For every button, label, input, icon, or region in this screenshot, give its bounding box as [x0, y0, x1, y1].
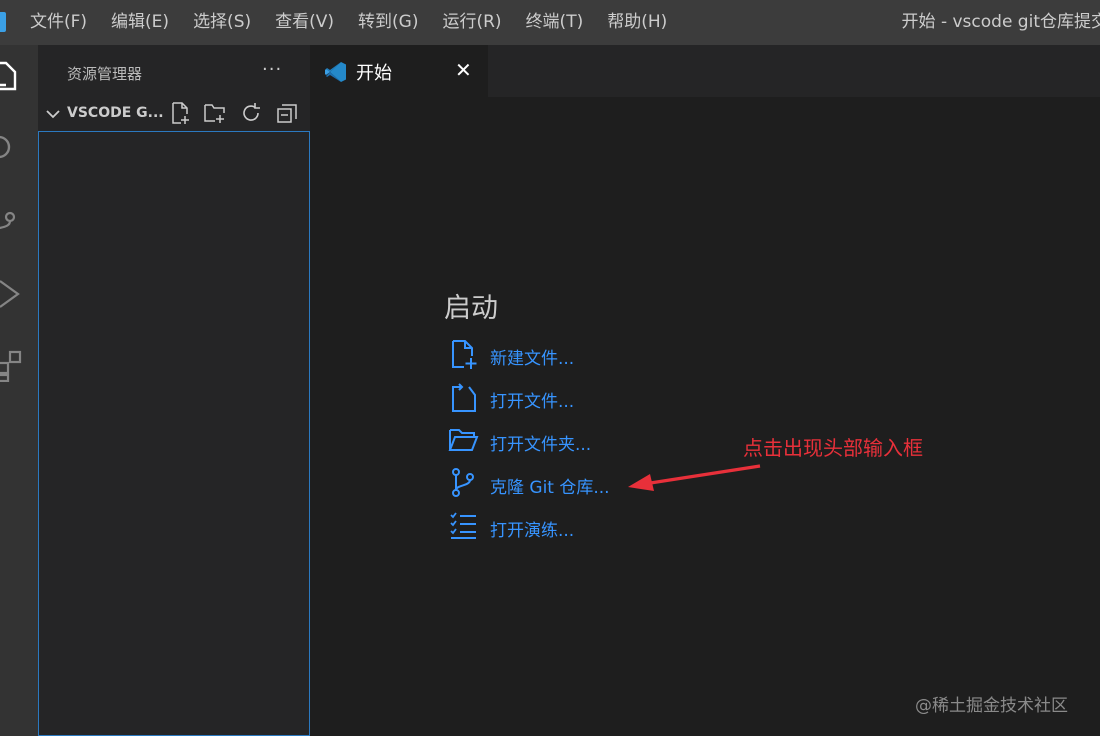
title-bar: 文件(F) 编辑(E) 选择(S) 查看(V) 转到(G) 运行(R) 终端(T…	[0, 0, 1100, 45]
menu-run[interactable]: 运行(R)	[430, 0, 513, 45]
open-walkthrough-label: 打开演练...	[490, 521, 575, 541]
menu-help[interactable]: 帮助(H)	[595, 0, 679, 45]
run-debug-icon[interactable]	[0, 277, 22, 311]
new-file-icon[interactable]	[168, 101, 192, 125]
tab-close-icon[interactable]: ✕	[455, 58, 472, 82]
new-folder-icon[interactable]	[203, 101, 227, 125]
vscode-logo-icon	[0, 12, 6, 32]
file-tree[interactable]	[38, 131, 310, 736]
annotation-text: 点击出现头部输入框	[743, 436, 923, 460]
editor-tab-bar: 开始 ✕	[310, 45, 1100, 97]
menu-go[interactable]: 转到(G)	[346, 0, 430, 45]
extensions-icon[interactable]	[0, 348, 22, 383]
menu-edit[interactable]: 编辑(E)	[99, 0, 181, 45]
menu-selection[interactable]: 选择(S)	[181, 0, 263, 45]
checklist-icon	[447, 510, 479, 542]
chevron-down-icon	[46, 110, 60, 119]
git-branch-icon	[447, 467, 479, 499]
tab-start[interactable]: 开始 ✕	[310, 45, 488, 97]
new-file-icon	[447, 338, 479, 370]
window-title: 开始 - vscode git仓库提交	[901, 12, 1100, 32]
open-folder-icon	[447, 424, 479, 456]
refresh-icon[interactable]	[239, 101, 263, 125]
menu-file[interactable]: 文件(F)	[18, 0, 99, 45]
collapse-all-icon[interactable]	[275, 101, 299, 125]
workspace-folder-name: VSCODE G...	[67, 105, 164, 121]
source-control-icon[interactable]	[0, 203, 22, 237]
explorer-sidebar: 资源管理器 ··· VSCODE G...	[38, 45, 310, 736]
workspace-section-header[interactable]: VSCODE G...	[38, 101, 310, 129]
clone-git-repo-label: 克隆 Git 仓库...	[490, 478, 610, 498]
vscode-icon	[325, 62, 346, 82]
sidebar-title: 资源管理器	[67, 65, 143, 83]
menu-bar: 文件(F) 编辑(E) 选择(S) 查看(V) 转到(G) 运行(R) 终端(T…	[18, 0, 679, 45]
open-file-label: 打开文件...	[490, 392, 575, 412]
search-icon[interactable]	[0, 130, 22, 164]
start-heading: 启动	[444, 293, 498, 324]
new-file-label: 新建文件...	[490, 349, 575, 369]
activity-bar	[0, 45, 38, 736]
open-file-icon	[447, 381, 479, 413]
tab-label: 开始	[356, 63, 392, 84]
watermark: @稀土掘金技术社区	[915, 696, 1068, 716]
open-folder-label: 打开文件夹...	[490, 435, 592, 455]
explorer-icon[interactable]	[0, 60, 22, 94]
menu-terminal[interactable]: 终端(T)	[514, 0, 596, 45]
menu-view[interactable]: 查看(V)	[263, 0, 346, 45]
more-actions-button[interactable]: ···	[262, 59, 282, 80]
annotation-arrow-icon	[628, 464, 761, 491]
